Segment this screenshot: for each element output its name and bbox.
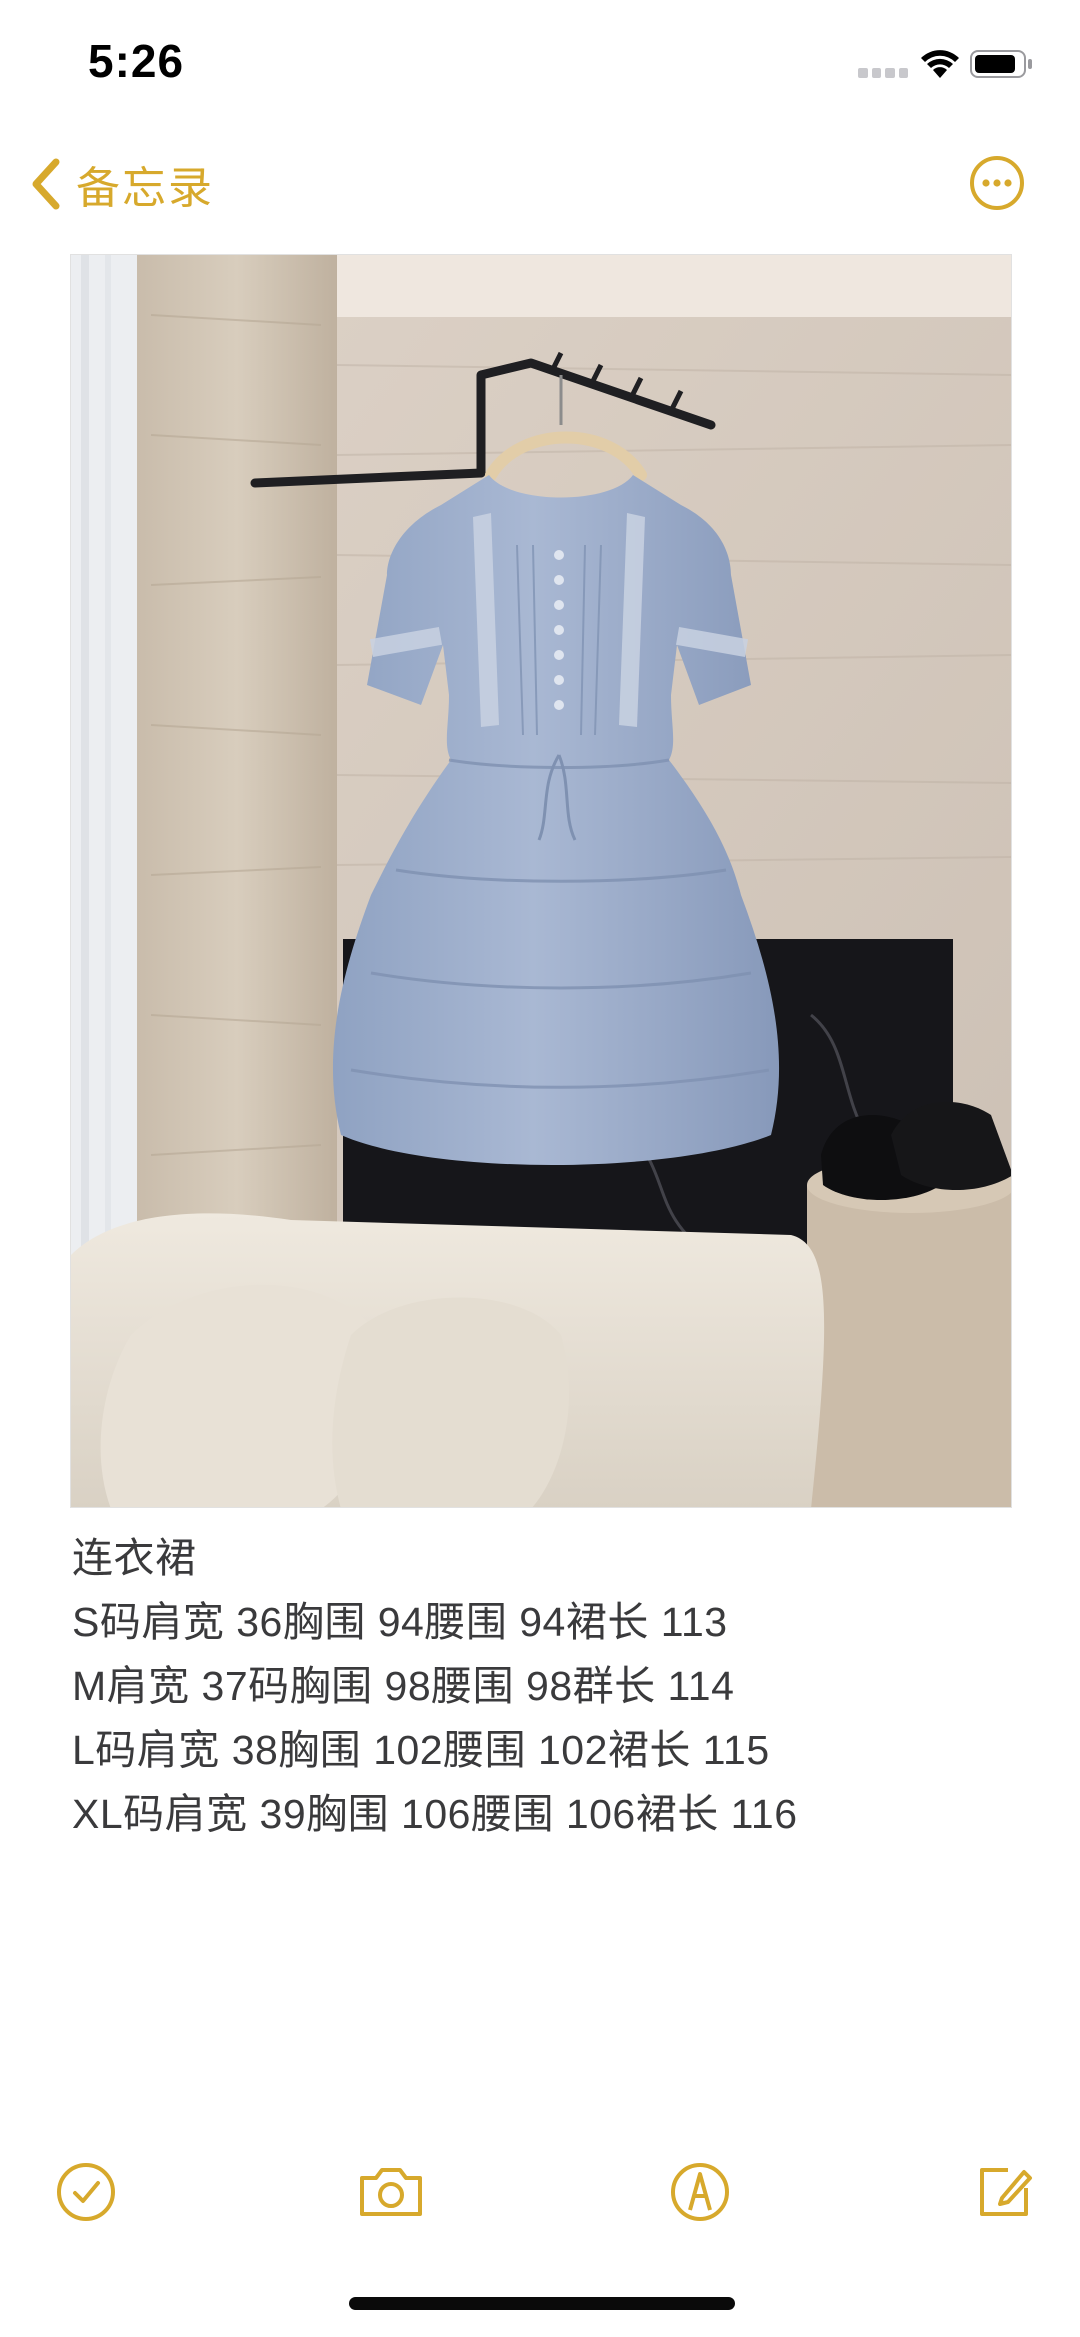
camera-icon[interactable] [356, 2160, 426, 2224]
wifi-icon [921, 50, 959, 78]
chevron-left-icon [32, 158, 60, 210]
compose-icon[interactable] [972, 2160, 1036, 2224]
navigation-bar: 备忘录 [0, 140, 1080, 230]
note-line: L码肩宽 38胸围 102腰围 102裙长 115 [72, 1727, 770, 1773]
battery-icon [970, 50, 1032, 78]
home-indicator[interactable] [349, 2297, 735, 2310]
note-photo[interactable] [70, 254, 1012, 1508]
bottom-toolbar [0, 2160, 1080, 2240]
more-options-button[interactable] [968, 154, 1026, 212]
cellular-signal-icon [858, 68, 908, 78]
note-line: M肩宽 37码胸围 98腰围 98群长 114 [72, 1663, 735, 1709]
markup-pen-icon[interactable] [668, 2160, 732, 2224]
status-bar: 5:26 [0, 0, 1080, 130]
note-body[interactable]: 连衣裙 S码肩宽 36胸围 94腰围 94裙长 113 M肩宽 37码胸围 98… [72, 1526, 1012, 1846]
note-title: 连衣裙 [72, 1535, 197, 1581]
back-button[interactable]: 备忘录 [28, 152, 214, 216]
status-time: 5:26 [88, 35, 185, 87]
note-line: XL码肩宽 39胸围 106腰围 106裙长 116 [72, 1791, 798, 1837]
dress-photo-illustration [71, 255, 1011, 1507]
note-line: S码肩宽 36胸围 94腰围 94裙长 113 [72, 1599, 728, 1645]
checklist-icon[interactable] [54, 2160, 118, 2224]
back-label: 备忘录 [76, 164, 214, 213]
